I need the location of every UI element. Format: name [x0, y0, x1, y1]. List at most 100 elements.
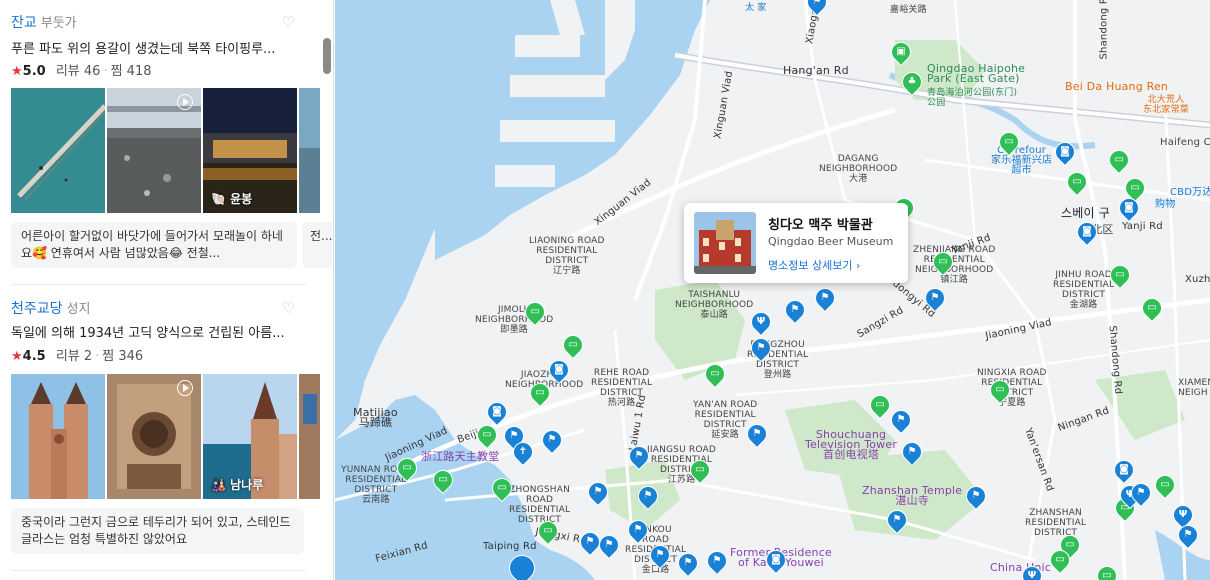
- map-pin[interactable]: ▭: [865, 390, 895, 420]
- flag-icon: ⚑: [896, 414, 906, 425]
- map-pin[interactable]: Ψ: [746, 307, 776, 337]
- map-pin[interactable]: ▭: [428, 465, 458, 495]
- shop-icon: ▭: [1115, 269, 1125, 280]
- map-pin[interactable]: ⚑: [1173, 520, 1203, 550]
- map-pin[interactable]: ▭: [1137, 293, 1167, 323]
- map-pin[interactable]: ⚑: [746, 333, 776, 363]
- poi-label: 浙江路天主教堂: [421, 450, 500, 463]
- map-pin[interactable]: ◙: [1050, 137, 1080, 167]
- poi-label: 购物: [1155, 199, 1176, 210]
- photo-strip[interactable]: 🎎 남나루: [11, 374, 320, 499]
- photo-thumbnail[interactable]: [11, 88, 105, 213]
- popup-detail-link[interactable]: 명소정보 상세보기 ›: [768, 257, 860, 273]
- map-pin[interactable]: ◙: [1114, 193, 1144, 223]
- map-pin[interactable]: ⚑: [594, 530, 624, 560]
- photo-thumbnail[interactable]: 🐚 윤봉: [203, 88, 297, 213]
- map-pin[interactable]: ⚑: [623, 515, 653, 545]
- photo-thumbnail[interactable]: [107, 374, 201, 499]
- review-snippet-next[interactable]: 전...: [302, 222, 332, 268]
- map-pin[interactable]: ⚑: [583, 477, 613, 507]
- review-snippet[interactable]: 중국이라 그런지 금으로 테두리가 되어 있고, 스테인드글라스는 엄청 특별하…: [11, 508, 304, 554]
- map-pin[interactable]: ▭: [558, 330, 588, 360]
- map-pin[interactable]: ⚑: [537, 425, 567, 455]
- map-pin[interactable]: ▭: [1104, 145, 1134, 175]
- map-pin[interactable]: ▣: [886, 37, 916, 67]
- map-pin[interactable]: ⚑: [575, 527, 605, 557]
- map-pin[interactable]: ⚑: [802, 0, 832, 17]
- place-popup[interactable]: 칭다오 맥주 박물관 Qingdao Beer Museum 명소정보 상세보기…: [684, 203, 908, 283]
- place-title-row: 천주교당 성지 ♡: [11, 298, 311, 318]
- photo-author: 🐚 윤봉: [211, 192, 253, 206]
- flag-icon: ⚑: [643, 490, 653, 501]
- map-pin[interactable]: ⚑: [920, 283, 950, 313]
- shop-icon: ▭: [535, 387, 545, 398]
- map-pin[interactable]: ▭: [1062, 167, 1092, 197]
- map-pin[interactable]: ◙: [761, 545, 791, 575]
- popup-thumbnail[interactable]: [694, 212, 756, 274]
- flag-icon: ⚑: [812, 0, 822, 7]
- photo-strip[interactable]: 🐚 윤봉: [11, 88, 320, 213]
- map-pin[interactable]: ◙: [482, 397, 512, 427]
- map-pin[interactable]: ⚑: [1126, 478, 1156, 508]
- map-pin[interactable]: ⚑: [810, 283, 840, 313]
- map-pin[interactable]: ▭: [994, 127, 1024, 157]
- church-icon: ✝: [518, 446, 528, 457]
- scrollbar-thumb[interactable]: [323, 38, 331, 74]
- photo-thumbnail[interactable]: [11, 374, 105, 499]
- map-pin[interactable]: ▭: [487, 473, 517, 503]
- map-pin[interactable]: ⚑: [886, 405, 916, 435]
- map-pin[interactable]: ▭: [1150, 470, 1180, 500]
- photo-thumbnail[interactable]: [107, 88, 201, 213]
- map-pin[interactable]: ⚑: [882, 505, 912, 535]
- map-pin[interactable]: ⚑: [780, 295, 810, 325]
- map-pin[interactable]: ▭: [533, 516, 563, 546]
- map-pin[interactable]: ⚑: [702, 546, 732, 576]
- map-pin[interactable]: Ψ: [1017, 561, 1047, 580]
- map-pin[interactable]: ▭: [928, 247, 958, 277]
- map-pin[interactable]: ◙: [1072, 217, 1102, 247]
- photo-thumbnail[interactable]: [299, 374, 320, 499]
- saves-count: 찜 346: [102, 349, 144, 364]
- photo-thumbnail[interactable]: 🎎 남나루: [203, 374, 297, 499]
- map-pin[interactable]: ◙: [544, 355, 574, 385]
- map-pin[interactable]: ⚑: [645, 540, 675, 570]
- map-pin-selected[interactable]: [503, 549, 541, 580]
- photo-thumbnail[interactable]: [299, 88, 320, 213]
- shop-icon: ▭: [875, 399, 885, 410]
- place-name[interactable]: 잔교: [11, 15, 37, 31]
- map-pin[interactable]: ♣: [897, 67, 927, 97]
- video-play-icon: [177, 94, 193, 110]
- map-pin[interactable]: ⚑: [673, 548, 703, 578]
- reviews-count[interactable]: 리뷰 2: [56, 349, 92, 364]
- map-pin[interactable]: ▭: [472, 420, 502, 450]
- map-view[interactable]: Hang'an Rd Qingdao Haipohe Park (East Ga…: [335, 0, 1210, 580]
- map-pin[interactable]: ▭: [1092, 561, 1122, 580]
- map-pin[interactable]: ⚑: [742, 419, 772, 449]
- district-label: DAGANG NEIGHBORHOOD 大港: [819, 154, 898, 184]
- place-label: Matijiao 马蹄礁: [353, 406, 398, 429]
- place-name[interactable]: 천주교당: [11, 301, 63, 317]
- flag-icon: ⚑: [604, 539, 614, 550]
- map-pin[interactable]: ✝: [508, 437, 538, 467]
- flag-icon: ⚑: [930, 292, 940, 303]
- map-pin[interactable]: ⚑: [897, 437, 927, 467]
- bag-icon: ◙: [1119, 464, 1129, 475]
- reviews-count[interactable]: 리뷰 46: [56, 64, 101, 79]
- map-pin[interactable]: ▭: [1045, 545, 1075, 575]
- map-pin[interactable]: ▭: [700, 359, 730, 389]
- map-pin[interactable]: ◙: [1109, 455, 1139, 485]
- heart-icon[interactable]: ♡: [282, 298, 295, 318]
- map-pin[interactable]: ⚑: [961, 481, 991, 511]
- review-snippet[interactable]: 어른아이 할거없이 바닷가에 들어가서 모래놀이 하네요🥰 연휴여서 사람 넘많…: [11, 222, 297, 268]
- poi-label-zh: 北大荒人 东北家常菜: [1143, 95, 1190, 115]
- map-pin[interactable]: ▭: [685, 455, 715, 485]
- map-pin[interactable]: ▭: [1105, 260, 1135, 290]
- heart-icon[interactable]: ♡: [282, 12, 295, 32]
- shop-icon: ▭: [1004, 136, 1014, 147]
- map-pin[interactable]: ▭: [985, 375, 1015, 405]
- map-pin[interactable]: ⚑: [624, 441, 654, 471]
- map-pin[interactable]: ▭: [520, 297, 550, 327]
- map-pin[interactable]: ▭: [525, 378, 555, 408]
- map-pin[interactable]: ▭: [392, 453, 422, 483]
- map-pin[interactable]: ⚑: [633, 481, 663, 511]
